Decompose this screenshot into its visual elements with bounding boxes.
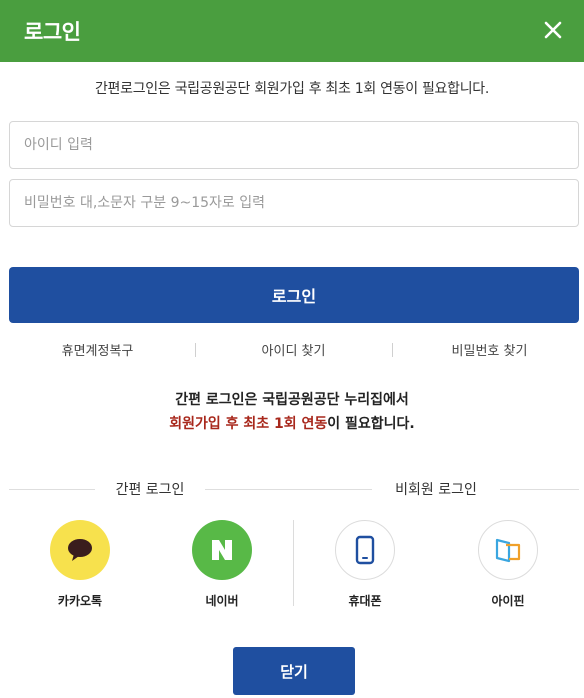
naver-login-button[interactable]: 네이버 (177, 520, 267, 609)
dialog-header: 로그인 (0, 0, 584, 62)
non-member-login-heading: 비회원 로그인 (395, 482, 477, 498)
kakao-label: 카카오톡 (57, 594, 103, 608)
login-section-headers: 간편 로그인 비회원 로그인 (0, 478, 584, 500)
sso-message: 간편 로그인은 국립공원공단 누리집에서 회원가입 후 최초 1회 연동이 필요… (0, 388, 584, 436)
section-divider-line (500, 489, 579, 490)
speech-bubble-icon (50, 520, 110, 580)
user-id-input[interactable] (9, 121, 579, 169)
account-links: 휴면계정복구 아이디 찾기 비밀번호 찾기 (0, 340, 584, 360)
section-divider-line (9, 489, 95, 490)
ipin-icon (478, 520, 538, 580)
kakao-login-button[interactable]: 카카오톡 (35, 520, 125, 609)
mobile-phone-icon (335, 520, 395, 580)
ipin-label: 아이핀 (491, 594, 525, 608)
dialog-title: 로그인 (24, 20, 81, 44)
dormant-account-link[interactable]: 휴면계정복구 (0, 340, 195, 359)
find-id-link[interactable]: 아이디 찾기 (196, 340, 391, 359)
close-icon[interactable] (538, 15, 568, 45)
close-button[interactable]: 닫기 (233, 647, 355, 695)
naver-n-icon (192, 520, 252, 580)
naver-label: 네이버 (205, 594, 239, 608)
sso-message-line1: 간편 로그인은 국립공원공단 누리집에서 (175, 392, 409, 408)
section-divider-line (205, 489, 372, 490)
find-password-link[interactable]: 비밀번호 찾기 (392, 340, 584, 359)
sso-message-line2: 회원가입 후 최초 1회 연동이 필요합니다. (0, 412, 584, 436)
sso-message-highlight: 회원가입 후 최초 1회 연동 (169, 416, 328, 432)
login-type-divider (293, 520, 294, 606)
password-input[interactable] (9, 179, 579, 227)
phone-label: 휴대폰 (348, 594, 382, 608)
ipin-auth-button[interactable]: 아이핀 (463, 520, 553, 609)
sso-notice: 간편로그인은 국립공원공단 회원가입 후 최초 1회 연동이 필요합니다. (94, 81, 490, 97)
login-button[interactable]: 로그인 (9, 267, 579, 323)
sso-message-rest: 이 필요합니다. (327, 416, 415, 432)
phone-auth-button[interactable]: 휴대폰 (320, 520, 410, 609)
easy-login-heading: 간편 로그인 (115, 482, 185, 498)
